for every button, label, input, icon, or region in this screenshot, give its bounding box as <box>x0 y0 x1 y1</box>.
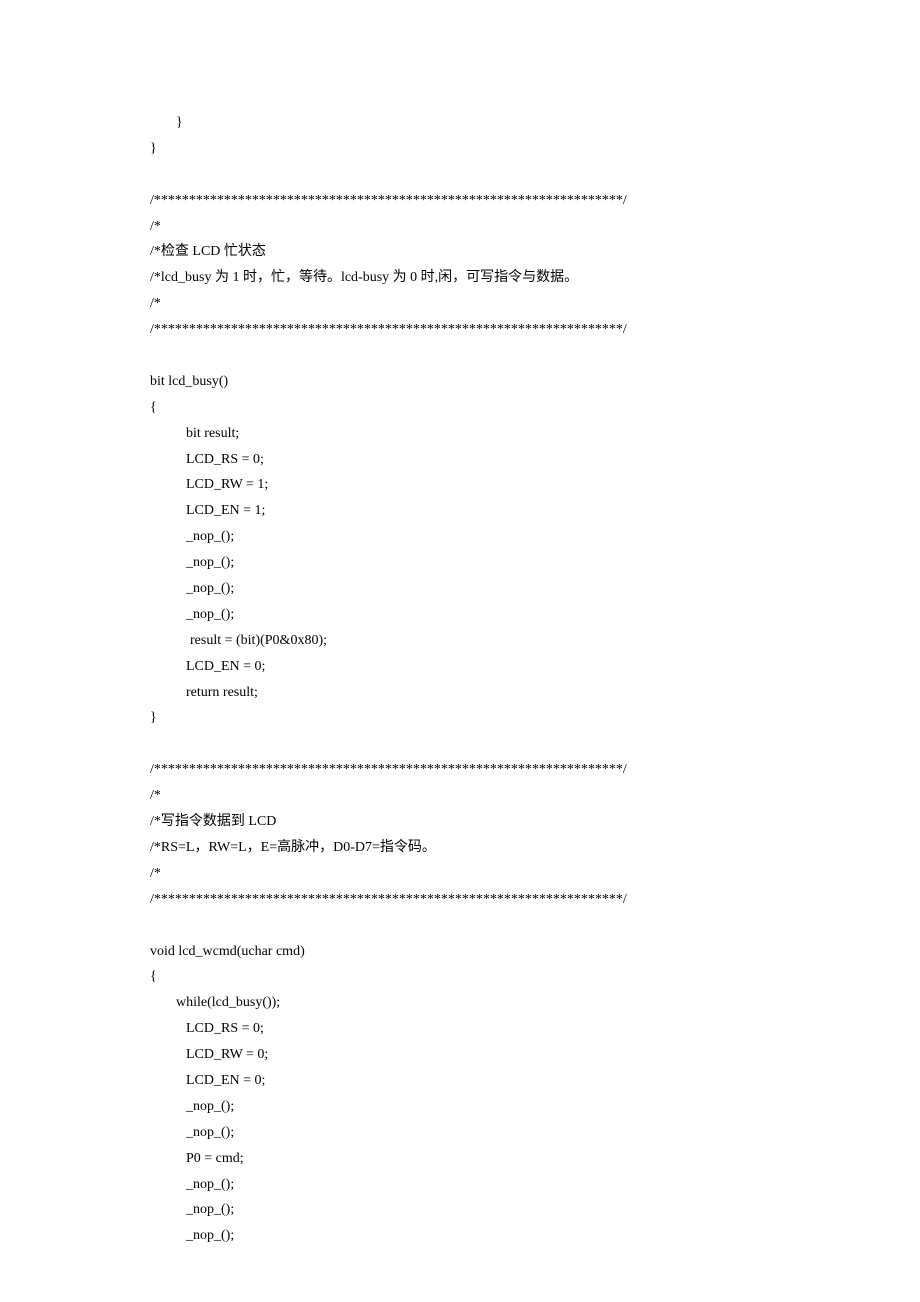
code-line: /* <box>150 291 770 317</box>
code-line: /* <box>150 861 770 887</box>
code-line: /*RS=L，RW=L，E=高脉冲，D0-D7=指令码。 <box>150 835 770 861</box>
code-line: P0 = cmd; <box>150 1146 770 1172</box>
code-line: /***************************************… <box>150 188 770 214</box>
code-line: } <box>150 705 770 731</box>
code-line: LCD_EN = 1; <box>150 498 770 524</box>
code-line <box>150 162 770 188</box>
code-line: /* <box>150 783 770 809</box>
code-line: _nop_(); <box>150 1120 770 1146</box>
code-line: _nop_(); <box>150 550 770 576</box>
code-line: result = (bit)(P0&0x80); <box>150 628 770 654</box>
code-line: /*lcd_busy 为 1 时，忙，等待。lcd-busy 为 0 时,闲，可… <box>150 265 770 291</box>
code-line: bit result; <box>150 421 770 447</box>
code-line <box>150 731 770 757</box>
code-document: }} /*************************************… <box>150 110 770 1249</box>
code-line: _nop_(); <box>150 602 770 628</box>
code-line: _nop_(); <box>150 1223 770 1249</box>
code-line: LCD_RS = 0; <box>150 1016 770 1042</box>
code-line: void lcd_wcmd(uchar cmd) <box>150 939 770 965</box>
code-line: _nop_(); <box>150 1197 770 1223</box>
code-line: { <box>150 964 770 990</box>
code-line: LCD_RW = 1; <box>150 472 770 498</box>
code-line: LCD_RW = 0; <box>150 1042 770 1068</box>
code-line: } <box>150 136 770 162</box>
code-line: LCD_EN = 0; <box>150 1068 770 1094</box>
code-line <box>150 343 770 369</box>
code-line: /***************************************… <box>150 757 770 783</box>
code-line: bit lcd_busy() <box>150 369 770 395</box>
code-line: _nop_(); <box>150 1094 770 1120</box>
code-line: /* <box>150 214 770 240</box>
code-line: { <box>150 395 770 421</box>
code-line: return result; <box>150 680 770 706</box>
code-line: } <box>150 110 770 136</box>
code-line: /***************************************… <box>150 887 770 913</box>
code-line: _nop_(); <box>150 576 770 602</box>
code-line <box>150 913 770 939</box>
code-line: _nop_(); <box>150 1172 770 1198</box>
code-line: _nop_(); <box>150 524 770 550</box>
code-line: /***************************************… <box>150 317 770 343</box>
code-line: while(lcd_busy()); <box>150 990 770 1016</box>
code-line: LCD_EN = 0; <box>150 654 770 680</box>
code-line: LCD_RS = 0; <box>150 447 770 473</box>
code-line: /*写指令数据到 LCD <box>150 809 770 835</box>
code-line: /*检查 LCD 忙状态 <box>150 239 770 265</box>
